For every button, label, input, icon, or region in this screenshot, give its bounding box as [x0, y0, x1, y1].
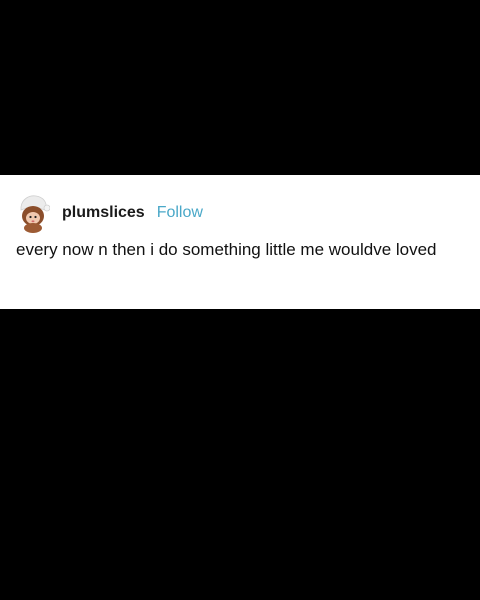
- username-link[interactable]: plumslices: [62, 204, 145, 222]
- screenshot-frame: plumslices Follow every now n then i do …: [0, 0, 480, 600]
- post-header: plumslices Follow: [16, 193, 203, 233]
- avatar-icon[interactable]: [16, 193, 50, 233]
- post-text: every now n then i do something little m…: [16, 240, 437, 259]
- follow-button[interactable]: Follow: [157, 204, 203, 222]
- post-card: plumslices Follow every now n then i do …: [0, 175, 480, 309]
